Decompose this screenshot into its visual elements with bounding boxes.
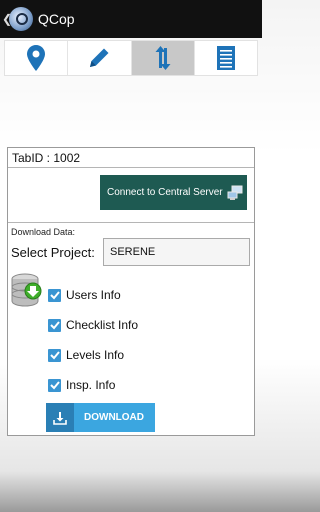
checkbox-checked-icon (48, 348, 61, 362)
checkbox-checked-icon (48, 288, 61, 302)
levels-info-label: Levels Info (66, 348, 125, 362)
connect-row: Connect to Central Server (8, 168, 254, 223)
computer-network-icon (227, 185, 243, 200)
checklist-info-checkbox[interactable]: Checklist Info (48, 318, 138, 332)
checklist-info-label: Checklist Info (66, 318, 139, 332)
download-data-heading: Download Data: (11, 227, 76, 237)
sync-panel: TabID : 1002 Connect to Central Server D… (7, 147, 255, 436)
location-pin-icon (27, 45, 46, 71)
pencil-icon (90, 48, 109, 67)
download-button-label: DOWNLOAD (84, 412, 144, 423)
tab-edit[interactable] (68, 41, 132, 75)
users-info-checkbox[interactable]: Users Info (48, 288, 121, 302)
checkbox-checked-icon (48, 378, 61, 392)
tabid-row: TabID : 1002 (8, 148, 254, 168)
levels-info-checkbox[interactable]: Levels Info (48, 348, 124, 362)
insp-info-label: Insp. Info (66, 378, 116, 392)
checkbox-checked-icon (48, 318, 61, 332)
download-icon (46, 403, 74, 432)
download-button[interactable]: DOWNLOAD (46, 403, 155, 432)
project-select-value: SERENE (110, 246, 156, 258)
tab-list[interactable] (195, 41, 257, 75)
tab-location[interactable] (5, 41, 69, 75)
tab-bar (4, 40, 258, 76)
insp-info-checkbox[interactable]: Insp. Info (48, 378, 115, 392)
app-title: QCop (38, 11, 75, 27)
select-project-label: Select Project: (11, 245, 95, 260)
app-logo-icon[interactable] (9, 7, 33, 31)
sync-arrows-icon (155, 46, 171, 70)
back-chevron-icon[interactable]: ❮ (2, 12, 12, 26)
list-icon (216, 46, 235, 70)
users-info-label: Users Info (66, 288, 121, 302)
connect-to-central-server-button[interactable]: Connect to Central Server (100, 175, 247, 210)
connect-button-label: Connect to Central Server (107, 187, 223, 198)
project-select[interactable]: SERENE (103, 238, 250, 266)
tab-sync[interactable] (131, 41, 195, 75)
tabid-text: TabID : 1002 (12, 150, 81, 165)
database-download-icon (11, 273, 42, 307)
action-bar: ❮ QCop (0, 0, 262, 38)
